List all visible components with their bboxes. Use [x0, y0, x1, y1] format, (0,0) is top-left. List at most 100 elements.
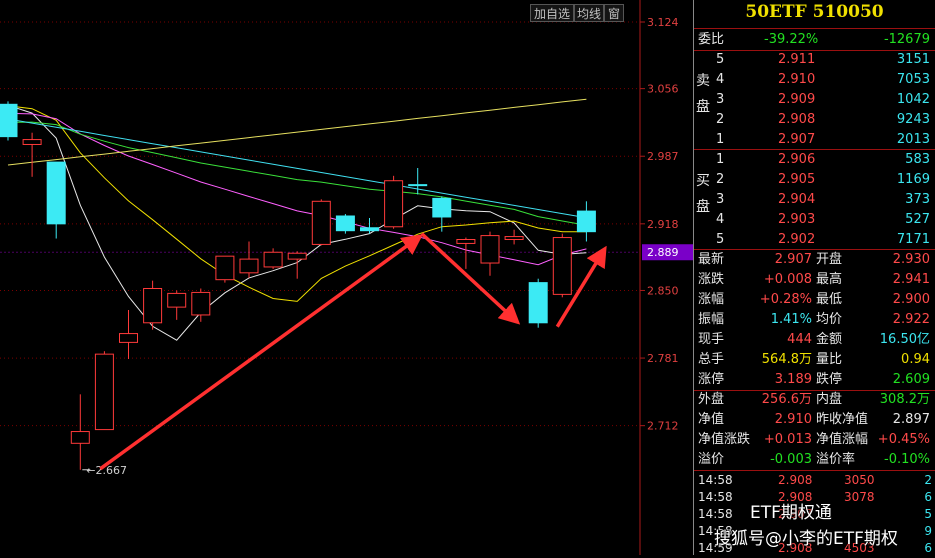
up-candle [504, 236, 524, 241]
stat-value: 564.8万 [761, 352, 812, 367]
stat-value: -0.10% [884, 452, 930, 467]
ma120-line [7, 98, 587, 166]
y-tick-label: 2.712 [647, 420, 679, 433]
sell-level-row: 5 2.911 3151 [694, 50, 935, 70]
y-tick-label: 2.918 [647, 218, 679, 231]
stat-value: 256.6万 [761, 392, 812, 407]
stat-label: 均价 [816, 312, 843, 327]
stat-label: 总手 [698, 352, 725, 367]
stat-label: 涨幅 [698, 292, 725, 307]
stat-label: 昨收净值 [816, 412, 869, 427]
stat-value: 3.189 [774, 372, 812, 387]
quote-stat-row: 振幅 1.41% 均价 2.922 [694, 310, 935, 330]
security-title: 50ETF 510050 [745, 2, 884, 22]
buy-level-row: 5 2.902 7171 [694, 230, 935, 250]
stat-label: 净值涨幅 [816, 432, 869, 447]
up-candle [287, 252, 307, 260]
stat-label: 跌停 [816, 372, 843, 387]
buy-level-row: 2 2.905 1169 [694, 170, 935, 190]
stat-label: 开盘 [816, 252, 843, 267]
level-price: 2.910 [778, 72, 816, 87]
level-price: 2.911 [778, 52, 816, 67]
stat-value: 2.609 [892, 372, 930, 387]
stat-label: 外盘 [698, 392, 725, 407]
weibi-pct: -39.22% [764, 32, 819, 47]
stat-value: 16.50亿 [879, 332, 930, 347]
stat-label: 涨停 [698, 372, 725, 387]
sell-level-row: 3 2.909 1042 [694, 90, 935, 110]
up-candle [191, 291, 211, 316]
up-candle [311, 200, 331, 245]
up-candle [22, 139, 42, 145]
stat-label: 净值 [698, 412, 725, 427]
down-candle [576, 210, 596, 233]
level-volume: 583 [905, 152, 930, 167]
sell-level-row: 2 2.908 9243 [694, 110, 935, 130]
level-volume: 527 [905, 212, 930, 227]
level-volume: 7171 [896, 232, 930, 247]
y-tick-label: 2.987 [647, 150, 679, 163]
stat-label: 溢价 [698, 452, 725, 467]
stat-label: 量比 [816, 352, 843, 367]
trend-arrow [420, 232, 521, 325]
ma-line-button[interactable]: 均线 [574, 4, 604, 22]
quote-stat-row: 涨停 3.189 跌停 2.609 [694, 370, 935, 390]
level-price: 2.903 [778, 212, 816, 227]
level-number: 1 [716, 152, 725, 167]
stat-value: +0.008 [763, 272, 812, 287]
candles: ←2.667 [0, 101, 596, 477]
add-watchlist-button[interactable]: 加自选 [530, 4, 574, 22]
stat-value: 2.910 [774, 412, 812, 427]
watermark-line1: ETF期权通 [750, 503, 832, 523]
stat-value: 0.94 [901, 352, 930, 367]
buy-level-row: 3 2.904 373 [694, 190, 935, 210]
level-price: 2.902 [778, 232, 816, 247]
level-volume: 2013 [896, 132, 930, 147]
y-tick-label: 3.124 [647, 16, 679, 29]
stat-value: +0.013 [763, 432, 812, 447]
stat-value: 2.922 [892, 312, 930, 327]
stat-label: 最高 [816, 272, 843, 287]
level-price: 2.905 [778, 172, 816, 187]
nav-stat-row: 溢价 -0.003 溢价率 -0.10% [694, 450, 935, 470]
quote-stat-row: 总手 564.8万 量比 0.94 [694, 350, 935, 370]
tick-count: 6 [924, 541, 932, 555]
stat-label: 最新 [698, 252, 725, 267]
stat-label: 最低 [816, 292, 843, 307]
level-number: 5 [716, 232, 725, 247]
up-candle [456, 239, 476, 244]
up-candle [239, 258, 259, 274]
stat-value: 1.41% [770, 312, 812, 327]
level-number: 2 [716, 172, 725, 187]
ma30-line [7, 121, 587, 226]
buy-level-row: 1 2.906 583 [694, 150, 935, 170]
nav-stat-row: 净值 2.910 昨收净值 2.897 [694, 410, 935, 430]
level-price: 2.909 [778, 92, 816, 107]
stat-value: 2.900 [892, 292, 930, 307]
stat-value: +0.45% [877, 432, 930, 447]
nav-stat-row: 净值涨跌 +0.013 净值涨幅 +0.45% [694, 430, 935, 450]
stat-label: 溢价率 [816, 452, 856, 467]
level-price: 2.904 [778, 192, 816, 207]
stat-value: 2.930 [892, 252, 930, 267]
up-candle [119, 333, 138, 343]
level-number: 3 [716, 92, 725, 107]
stat-label: 净值涨跌 [698, 432, 751, 447]
annotation-arrows [99, 232, 607, 471]
watermark-line2: 搜狐号@小李的ETF期权 [714, 529, 898, 549]
quote-stat-row: 涨幅 +0.28% 最低 2.900 [694, 290, 935, 310]
window-button[interactable]: 窗 [604, 4, 624, 22]
stat-label: 现手 [698, 332, 725, 347]
weibi-label: 委比 [698, 32, 725, 47]
stat-value: 2.941 [892, 272, 930, 287]
down-candle [0, 103, 18, 138]
candlestick-chart[interactable]: ←2.667 3.124 3.056 2.987 2.918 2.850 2.781 2.7… [0, 0, 693, 555]
price-axis: 3.124 3.056 2.987 2.918 2.850 2.781 2.712 2.889 [640, 16, 693, 433]
level-price: 2.906 [778, 152, 816, 167]
stat-value: +0.28% [759, 292, 812, 307]
stat-value: -0.003 [770, 452, 812, 467]
down-candle [360, 227, 379, 232]
quote-panel: 50ETF 510050 委比 -39.22% -12679 卖 盘 买 盘 5… [693, 0, 935, 555]
stat-label: 内盘 [816, 392, 843, 407]
level-volume: 3151 [896, 52, 930, 67]
